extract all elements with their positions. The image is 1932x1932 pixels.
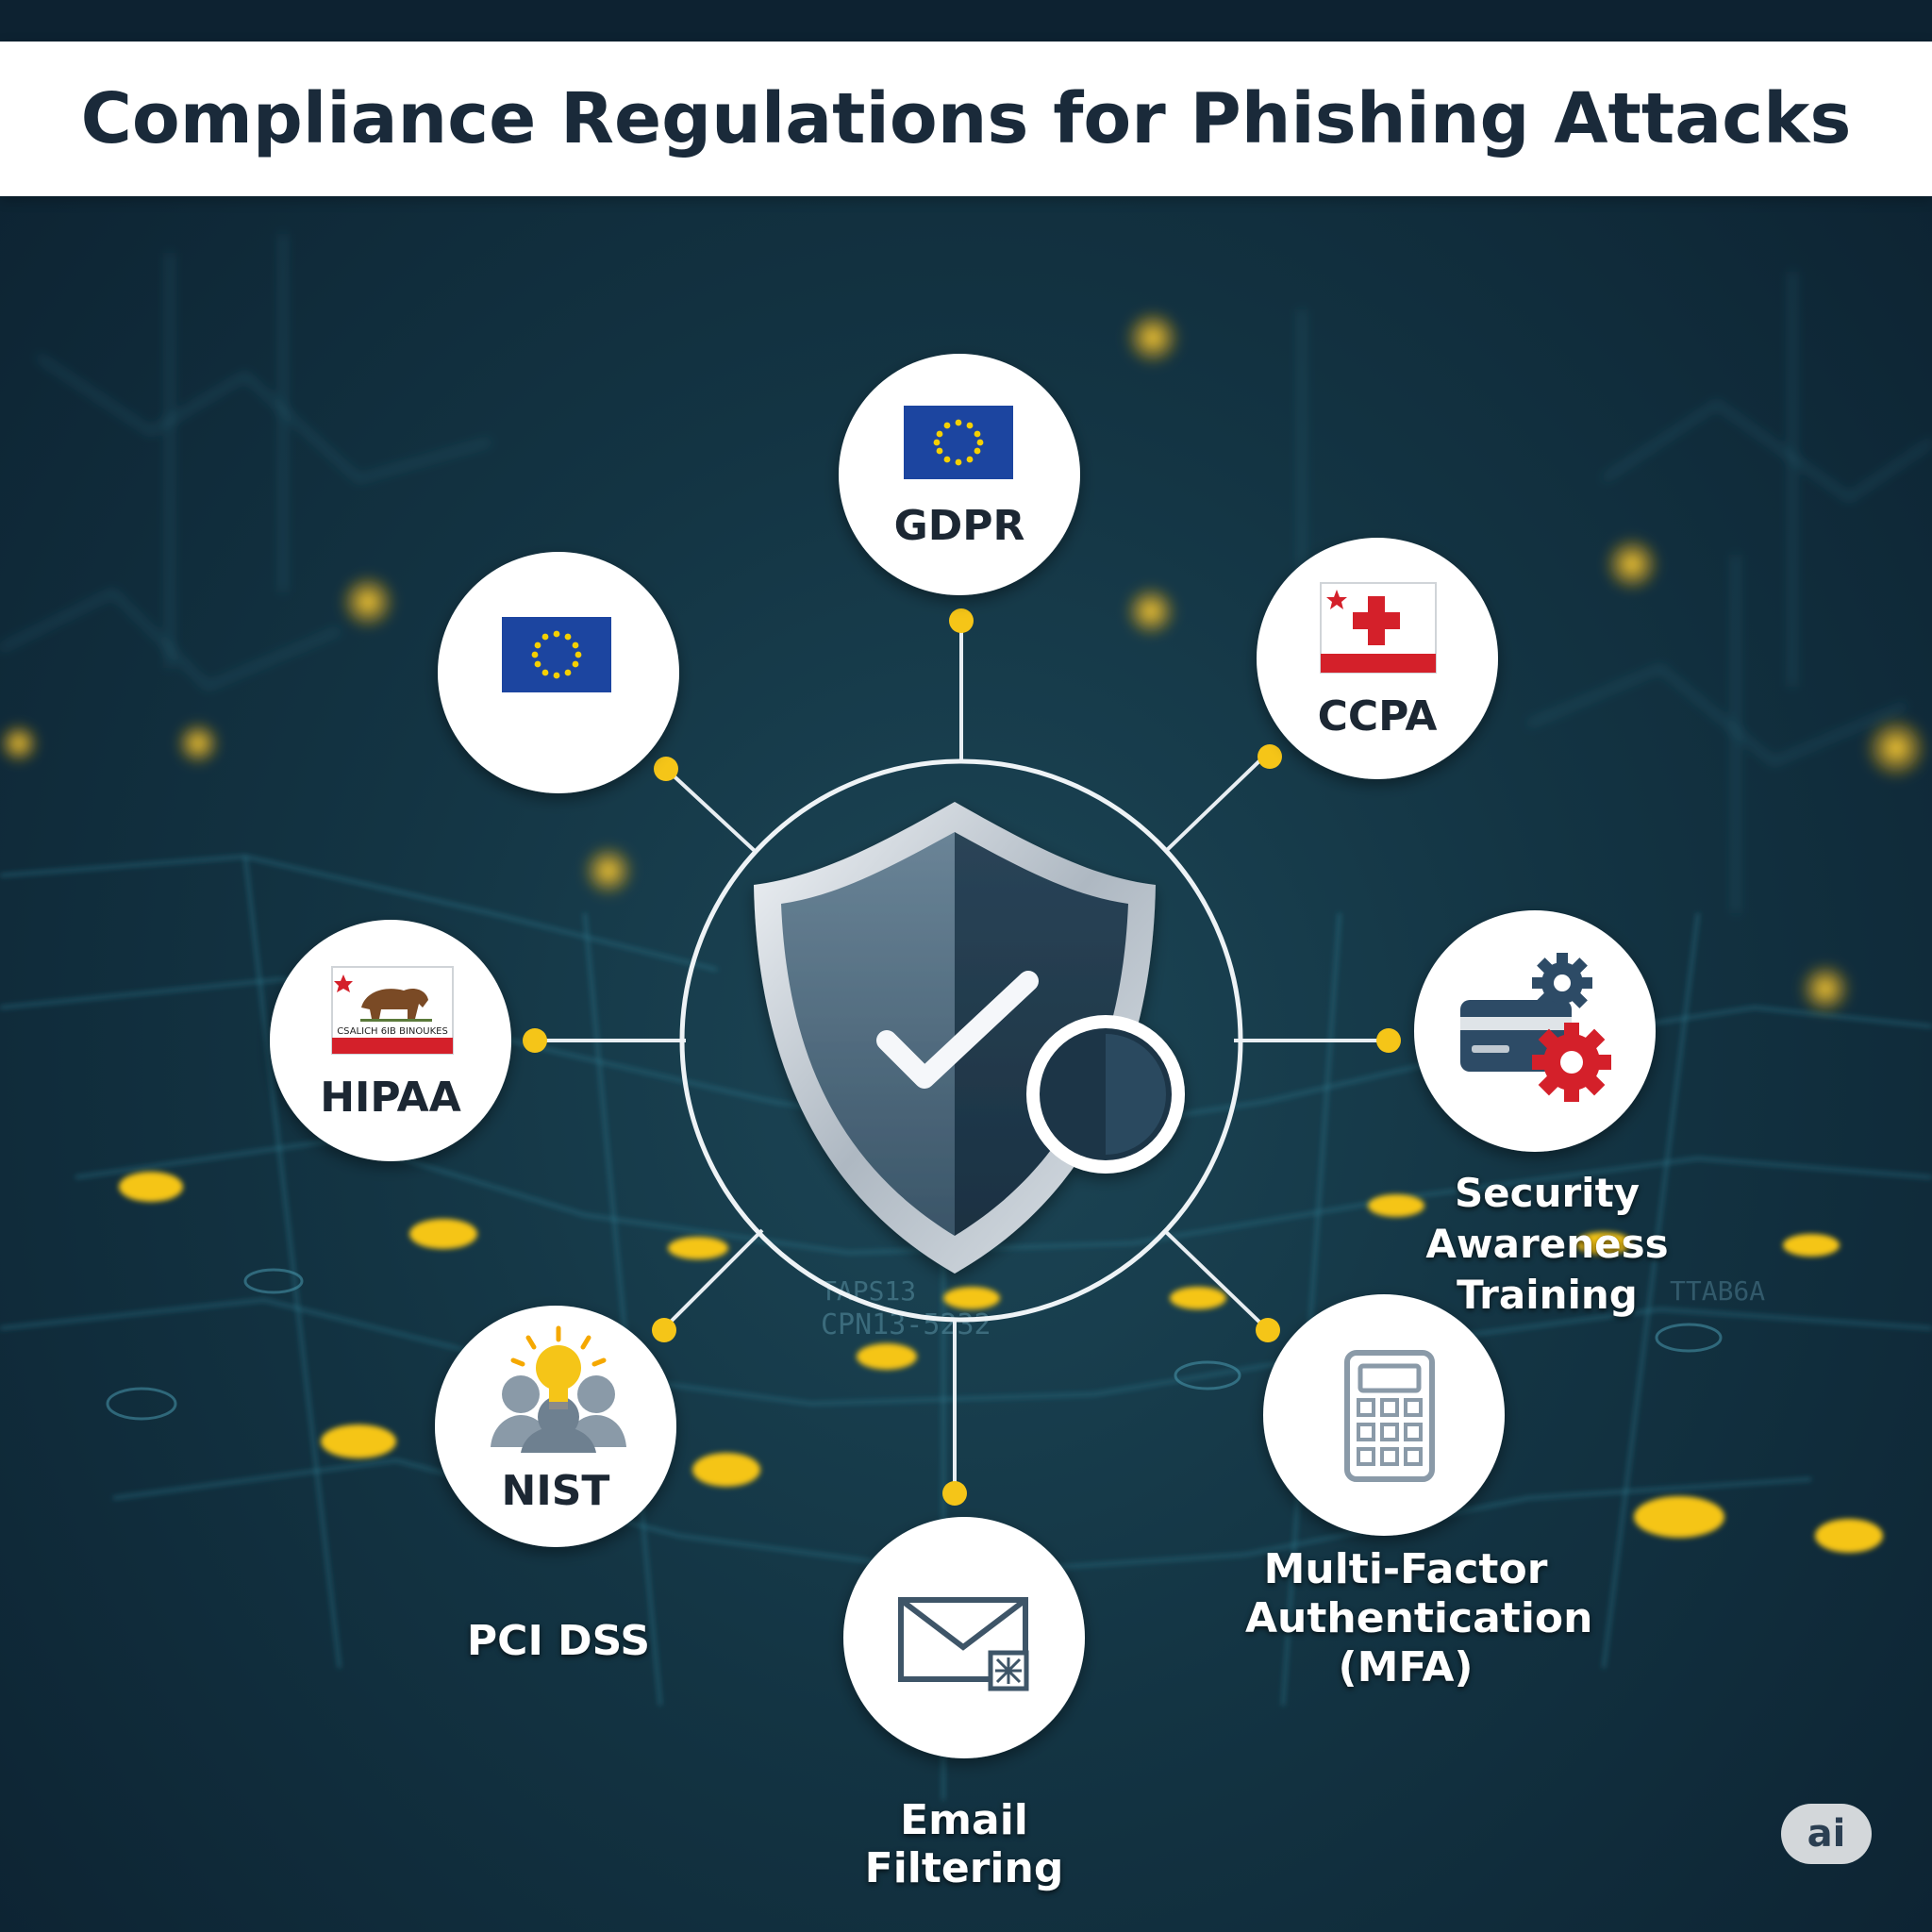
nist-label: NIST: [501, 1467, 610, 1515]
california-flag-icon: CSALICH 6IB BINOUKES: [331, 966, 454, 1055]
ccpa-label: CCPA: [1317, 692, 1438, 741]
eu-flag-icon: [502, 617, 611, 692]
gdpr-eu-flag-icon: [904, 406, 1013, 479]
email-filtering-label: Email Filtering: [864, 1796, 1064, 1892]
mfa-label: Multi-Factor Authentication (MFA): [1245, 1545, 1593, 1691]
gdpr-label: GDPR: [893, 502, 1025, 550]
california-flag-text: CSALICH 6IB BINOUKES: [337, 1026, 448, 1037]
shield-check-magnifier-icon: [754, 802, 1185, 1274]
red-cross-flag-icon: [1320, 582, 1437, 674]
ai-badge: ai: [1781, 1804, 1872, 1864]
pci-dss-label: PCI DSS: [466, 1617, 651, 1665]
security-awareness-label: Security Awareness Training: [1425, 1170, 1669, 1318]
hipaa-label: HIPAA: [320, 1074, 461, 1122]
compliance-diagram: CSALICH 6IB BINOUKES: [270, 354, 1656, 1758]
